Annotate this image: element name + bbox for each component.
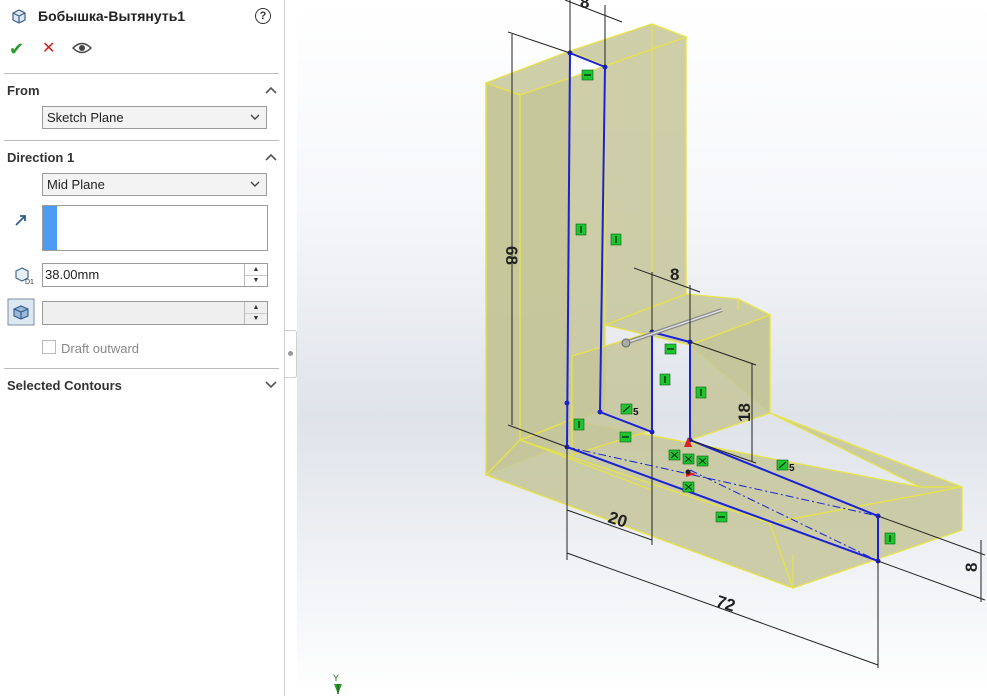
coincident-relation-icon	[682, 481, 695, 493]
draft-spinner[interactable]: ▲ ▼	[244, 302, 267, 324]
extrude-boss-icon	[12, 9, 26, 24]
draft-angle-input[interactable]: ▲ ▼	[42, 301, 268, 325]
dim-top-width[interactable]: 8	[580, 0, 589, 12]
panel-resize-handle[interactable]	[285, 330, 297, 378]
horizontal-relation-icon	[664, 343, 677, 355]
separator	[4, 368, 279, 369]
selected-contours-heading: Selected Contours	[7, 378, 122, 393]
direction1-heading: Direction 1	[7, 150, 75, 165]
end-condition-select[interactable]: Mid Plane	[42, 173, 267, 196]
triad-y-label: Y	[333, 673, 339, 683]
equal-relation-icon	[620, 403, 633, 415]
depth-spinner[interactable]: ▲ ▼	[244, 264, 267, 286]
preview-eye-icon[interactable]	[72, 41, 92, 55]
relation-label: 5	[633, 407, 639, 418]
coincident-relation-icon	[668, 449, 681, 461]
vertical-relation-icon	[884, 532, 896, 545]
separator	[4, 140, 279, 141]
feature-title: Бобышка-Вытянуть1	[38, 8, 186, 24]
chevron-down-icon	[250, 114, 260, 120]
equal-relation-icon	[776, 459, 789, 471]
spin-down-icon[interactable]: ▼	[245, 275, 267, 286]
horizontal-relation-icon	[581, 69, 594, 81]
direction-reference-listbox[interactable]	[42, 205, 268, 251]
vertical-relation-icon	[575, 223, 587, 236]
direction-arrow-icon[interactable]	[13, 212, 29, 228]
feature-title-row: Бобышка-Вытянуть1 ?	[0, 0, 285, 34]
model-view[interactable]: 8 68 8 18 20 72 8 5 5 Y	[297, 0, 987, 696]
draft-toggle-icon[interactable]	[7, 298, 35, 326]
coincident-relation-icon	[696, 455, 709, 467]
property-manager-panel: Бобышка-Вытянуть1 ? ✔ ✕ From Sketch Plan…	[0, 0, 285, 696]
ok-button[interactable]: ✔	[9, 36, 24, 62]
draft-outward-checkbox[interactable]	[42, 340, 56, 354]
draft-outward-label: Draft outward	[61, 341, 140, 356]
vertical-relation-icon	[610, 233, 622, 246]
dim-height-68[interactable]: 68	[502, 246, 521, 265]
action-buttons: ✔ ✕	[0, 36, 285, 64]
from-select-value: Sketch Plane	[47, 110, 124, 125]
dim-mid-width[interactable]: 8	[670, 265, 679, 284]
end-condition-value: Mid Plane	[47, 177, 105, 192]
depth-value: 38.00mm	[45, 267, 100, 282]
depth-input[interactable]: 38.00mm ▲ ▼	[42, 263, 268, 287]
collapse-chevron-up-icon[interactable]	[264, 150, 278, 164]
from-select[interactable]: Sketch Plane	[42, 106, 267, 129]
svg-text:D1: D1	[25, 279, 34, 285]
spin-down-icon[interactable]: ▼	[245, 313, 267, 324]
separator	[4, 73, 279, 74]
horizontal-relation-icon	[619, 431, 632, 443]
collapse-chevron-up-icon[interactable]	[264, 83, 278, 97]
help-icon[interactable]: ?	[255, 8, 271, 24]
from-heading: From	[7, 83, 40, 98]
expand-chevron-down-icon[interactable]	[264, 378, 278, 392]
relation-label: 5	[789, 463, 795, 474]
graphics-viewport[interactable]: 8 68 8 18 20 72 8 5 5 Y	[297, 0, 987, 696]
coincident-relation-icon	[682, 453, 695, 465]
depth-icon: D1	[15, 267, 34, 285]
chevron-down-icon	[250, 181, 260, 187]
horizontal-relation-icon	[715, 511, 728, 523]
cancel-button[interactable]: ✕	[42, 36, 55, 62]
vertical-relation-icon	[695, 386, 707, 399]
dim-height-18[interactable]: 18	[735, 403, 754, 422]
active-selection-bar	[43, 206, 57, 250]
vertical-relation-icon	[573, 418, 585, 431]
vertical-relation-icon	[659, 373, 671, 386]
dim-thickness-8[interactable]: 8	[962, 563, 981, 572]
